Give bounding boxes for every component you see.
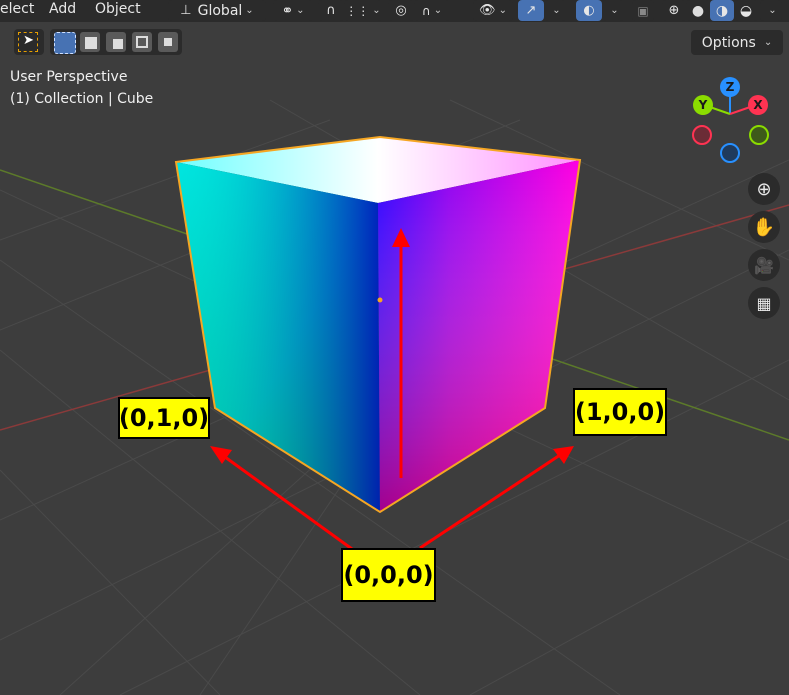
gizmo-x-axis[interactable]: X [748,95,768,115]
falloff-curve-icon: ∩ [421,3,431,18]
gizmo-neg-x-axis[interactable] [692,125,712,145]
proportional-edit-toggle[interactable]: ◎ [388,0,414,21]
zoom-button[interactable]: ⊕ [748,173,780,205]
magnet-icon: ∩ [326,3,336,18]
gizmo-toggle[interactable]: ↗ [518,0,544,21]
shading-solid-button[interactable]: ● [686,0,710,21]
gizmo-neg-y-axis[interactable] [749,125,769,145]
material-sphere-icon: ◑ [715,2,729,19]
shading-rendered-button[interactable]: ◒ [734,0,758,21]
gizmo-y-label: Y [698,98,708,112]
gizmo-z-axis[interactable]: Z [720,77,740,97]
overlays-toggle[interactable]: ◐ [576,0,602,21]
cursor-select-icon: ➤ [18,32,38,52]
gizmo-dropdown[interactable]: ⌄ [544,0,566,21]
chevron-down-icon: ⌄ [768,5,777,16]
chevron-down-icon: ⌄ [372,5,381,16]
pan-button[interactable]: ✋ [748,211,780,243]
cube-origin-dot [377,297,383,303]
visibility-dropdown[interactable]: 👁 ⌄ [473,0,513,21]
select-invert-icon[interactable] [132,32,152,52]
gizmo-arrows-icon: ↗ [525,3,537,18]
options-dropdown[interactable]: Options ⌄ [691,30,783,55]
tool-select-button[interactable]: ➤ [14,29,44,55]
xray-icon: ▣ [637,3,649,18]
xray-toggle[interactable]: ▣ [632,0,654,21]
link-pivot-icon: ⚭ [281,2,294,19]
menu-add[interactable]: Add [49,1,76,17]
select-extend-icon[interactable] [80,32,100,52]
gizmo-z-label: Z [725,80,735,94]
rendered-sphere-icon: ◒ [739,2,753,19]
label-origin: (0,0,0) [341,548,436,602]
proportional-edit-icon: ◎ [395,3,407,18]
cube-left-face-shade [176,162,380,512]
collection-label: (1) Collection | Cube [10,91,154,107]
wireframe-sphere-icon: ⊕ [668,3,680,18]
solid-sphere-icon: ● [691,2,705,19]
shading-material-button[interactable]: ◑ [710,0,734,21]
gizmo-y-axis[interactable]: Y [693,95,713,115]
select-new-icon[interactable] [54,32,76,54]
cube[interactable] [174,135,582,514]
chevron-down-icon: ⌄ [552,5,561,16]
hand-icon: ✋ [752,216,776,238]
falloff-dropdown[interactable]: ∩ ⌄ [414,0,450,21]
chevron-down-icon: ⌄ [245,5,254,16]
chevron-down-icon: ⌄ [498,5,507,16]
overlays-dropdown[interactable]: ⌄ [602,0,624,21]
snap-toggle[interactable]: ∩ [318,0,344,21]
chevron-down-icon: ⌄ [296,5,305,16]
menu-select[interactable]: elect [0,1,34,17]
view-name: User Perspective [10,69,128,85]
snap-target-dropdown[interactable]: ⋮⋮ ⌄ [344,0,382,21]
select-intersect-icon[interactable] [158,32,178,52]
grid-perspective-icon: ▦ [756,293,772,313]
camera-icon: 🎥 [754,255,774,275]
select-subtract-icon[interactable] [106,32,126,52]
overlays-icon: ◐ [583,3,595,18]
chevron-down-icon: ⌄ [763,37,773,48]
selection-mode-group [50,29,182,55]
gizmo-neg-z-axis[interactable] [720,143,740,163]
menu-object[interactable]: Object [95,1,141,17]
orientation-axes-icon: ⊥ [180,3,192,18]
shading-wireframe-button[interactable]: ⊕ [662,0,686,21]
transform-orientation-dropdown[interactable]: ⊥ Global ⌄ [168,0,266,21]
options-label: Options [701,34,756,51]
snap-increment-icon: ⋮⋮ [345,3,370,18]
camera-view-button[interactable]: 🎥 [748,249,780,281]
label-y-corner: (0,1,0) [118,397,210,439]
label-x-corner: (1,0,0) [573,388,667,436]
eye-icon: 👁 [479,3,496,18]
gizmo-x-label: X [753,98,763,112]
pivot-point-dropdown[interactable]: ⚭ ⌄ [273,0,313,21]
chevron-down-icon: ⌄ [610,5,619,16]
chevron-down-icon: ⌄ [433,5,443,16]
zoom-magnifier-icon: ⊕ [756,178,772,200]
shading-dropdown[interactable]: ⌄ [760,0,782,21]
perspective-toggle-button[interactable]: ▦ [748,287,780,319]
cube-right-face-shade [378,160,580,512]
transform-orientation-label: Global [197,2,243,19]
